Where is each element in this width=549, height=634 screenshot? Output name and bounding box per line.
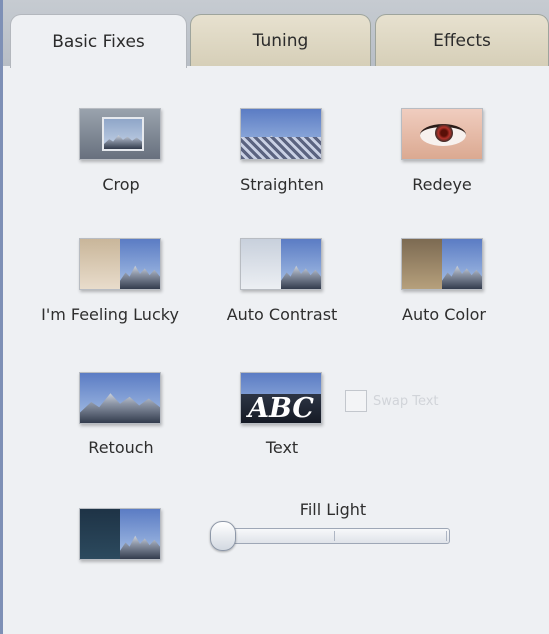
auto-contrast-icon[interactable] — [240, 238, 322, 290]
tab-basic-fixes[interactable]: Basic Fixes — [10, 14, 187, 68]
crop-label: Crop — [102, 175, 140, 194]
swap-text-label: Swap Text — [373, 393, 439, 409]
auto-color-label: Auto Color — [401, 305, 487, 324]
text-thumb-abc: ABC — [241, 393, 321, 423]
swap-text-checkbox[interactable] — [345, 390, 367, 412]
retouch-label: Retouch — [88, 438, 154, 457]
tab-effects[interactable]: Effects — [375, 14, 549, 66]
basic-fixes-panel: Basic Fixes Tuning Effects Crop Straight… — [0, 0, 549, 634]
retouch-icon[interactable] — [79, 372, 161, 424]
straighten-icon[interactable] — [240, 108, 322, 160]
auto-color-icon[interactable] — [401, 238, 483, 290]
feeling-lucky-label: I'm Feeling Lucky — [41, 305, 179, 324]
panel-frame — [0, 0, 3, 634]
tab-tuning[interactable]: Tuning — [190, 14, 371, 66]
fill-light-slider-track[interactable] — [220, 528, 450, 544]
straighten-label: Straighten — [240, 175, 324, 194]
text-icon[interactable]: ABC — [240, 372, 322, 424]
auto-contrast-label: Auto Contrast — [226, 305, 338, 324]
swap-text-option: Swap Text — [345, 390, 439, 412]
crop-icon[interactable] — [79, 108, 161, 160]
redeye-label: Redeye — [412, 175, 472, 194]
text-label: Text — [265, 438, 299, 457]
fill-light-label: Fill Light — [299, 500, 367, 519]
feeling-lucky-icon[interactable] — [79, 238, 161, 290]
fill-light-slider-thumb[interactable] — [210, 521, 236, 551]
redeye-icon[interactable] — [401, 108, 483, 160]
fill-light-icon — [79, 508, 161, 560]
